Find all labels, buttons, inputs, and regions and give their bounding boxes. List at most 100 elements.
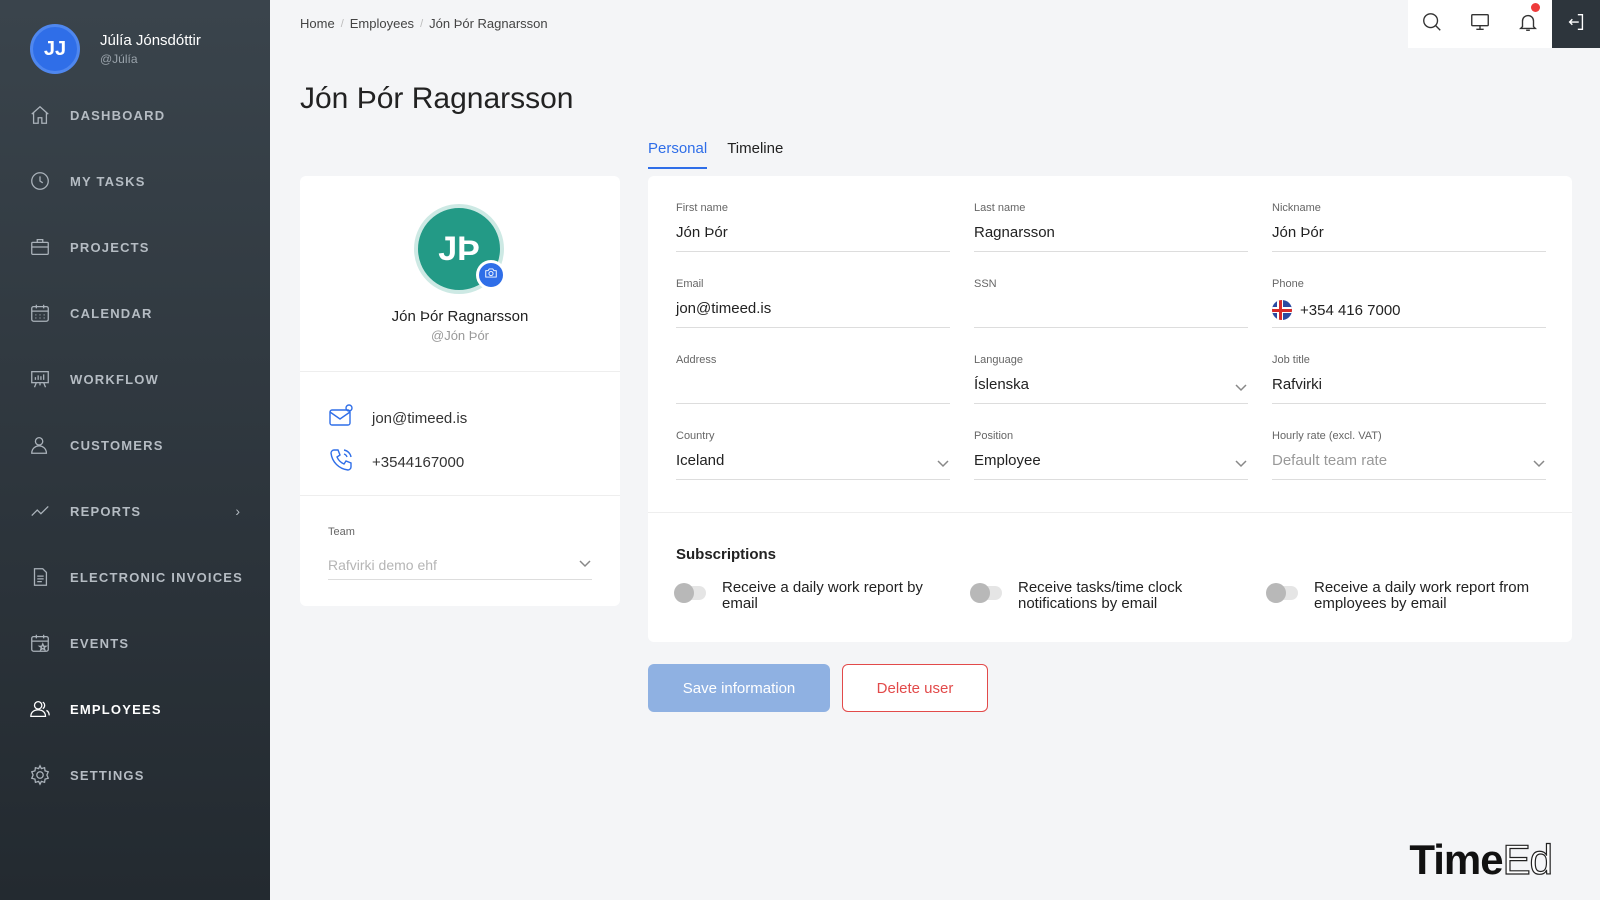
first-name-field[interactable]: First name Jón Þór bbox=[676, 202, 950, 252]
nav-item-reports[interactable]: REPORTS › bbox=[0, 478, 270, 544]
change-photo-button[interactable] bbox=[476, 260, 506, 290]
job-title-field[interactable]: Job title Rafvirki bbox=[1272, 354, 1546, 404]
search-button[interactable] bbox=[1408, 0, 1456, 48]
field-label: SSN bbox=[974, 278, 997, 290]
team-value: Rafvirki demo ehf bbox=[328, 556, 437, 573]
daily-report-toggle[interactable] bbox=[674, 583, 706, 603]
field-label: First name bbox=[676, 202, 728, 214]
profile-name: Jón Þór Ragnarsson bbox=[391, 308, 529, 325]
chevron-right-icon[interactable]: › bbox=[235, 503, 240, 519]
last-name-field[interactable]: Last name Ragnarsson bbox=[974, 202, 1248, 252]
breadcrumb-employees[interactable]: Employees bbox=[350, 16, 414, 31]
address-field[interactable]: Address bbox=[676, 354, 950, 404]
user-handle: @Júlía bbox=[100, 52, 138, 66]
phone-input-wrap[interactable]: +354 416 7000 bbox=[1272, 300, 1401, 320]
screen-button[interactable] bbox=[1456, 0, 1504, 48]
profile-handle: @Jón Þór bbox=[431, 328, 489, 343]
tab-timeline[interactable]: Timeline bbox=[727, 140, 783, 169]
nav-item-events[interactable]: EVENTS bbox=[0, 610, 270, 676]
field-label: Position bbox=[974, 430, 1014, 442]
position-select[interactable]: Position Employee bbox=[974, 430, 1248, 480]
sidebar: JJ Júlía Jónsdóttir @Júlía DASHBOARD MY … bbox=[0, 0, 270, 900]
contact-phone[interactable]: +3544167000 bbox=[372, 454, 464, 471]
subscriptions-list: Receive a daily work report by email Rec… bbox=[674, 579, 1546, 612]
subscription-item: Receive a daily work report from employe… bbox=[1266, 580, 1546, 612]
email-input[interactable]: jon@timeed.is bbox=[676, 300, 771, 317]
nickname-input[interactable]: Jón Þór bbox=[1272, 224, 1324, 241]
nav-item-workflow[interactable]: WORKFLOW bbox=[0, 346, 270, 412]
nav-item-my-tasks[interactable]: MY TASKS bbox=[0, 148, 270, 214]
mail-icon bbox=[328, 403, 354, 434]
breadcrumb-separator: / bbox=[420, 17, 424, 30]
breadcrumb-current: Jón Þór Ragnarsson bbox=[429, 16, 548, 31]
tab-personal[interactable]: Personal bbox=[648, 140, 708, 169]
subscription-label: Receive a daily work report by email bbox=[722, 579, 923, 612]
field-label: Country bbox=[676, 430, 715, 442]
camera-icon bbox=[484, 266, 498, 285]
nav-label: DASHBOARD bbox=[70, 107, 166, 123]
current-user[interactable]: JJ Júlía Jónsdóttir @Júlía bbox=[30, 24, 201, 74]
contact-email-row[interactable]: jon@timeed.is bbox=[328, 396, 592, 440]
user-info: Júlía Jónsdóttir @Júlía bbox=[100, 32, 201, 66]
field-label: Phone bbox=[1272, 278, 1304, 290]
field-label: Hourly rate (excl. VAT) bbox=[1272, 430, 1382, 442]
breadcrumb-home[interactable]: Home bbox=[300, 16, 335, 31]
phone-input[interactable]: +354 416 7000 bbox=[1300, 302, 1401, 319]
subscription-item: Receive tasks/time clock notifications b… bbox=[970, 579, 1268, 612]
chevron-down-icon bbox=[578, 556, 592, 573]
nav-label: REPORTS bbox=[70, 503, 142, 519]
nav-item-projects[interactable]: PROJECTS bbox=[0, 214, 270, 280]
nav-label: PROJECTS bbox=[70, 239, 150, 255]
team-select[interactable]: Rafvirki demo ehf bbox=[328, 550, 592, 580]
nav-item-customers[interactable]: CUSTOMERS bbox=[0, 412, 270, 478]
nav-item-dashboard[interactable]: DASHBOARD bbox=[0, 82, 270, 148]
field-label: Address bbox=[676, 354, 717, 366]
field-label: Language bbox=[974, 354, 1023, 366]
notifications-button[interactable] bbox=[1504, 0, 1552, 48]
nav-item-employees[interactable]: EMPLOYEES bbox=[0, 676, 270, 742]
document-icon bbox=[28, 565, 52, 589]
nav-item-settings[interactable]: SETTINGS bbox=[0, 742, 270, 808]
chart-line-icon bbox=[28, 499, 52, 523]
iceland-flag-icon[interactable] bbox=[1272, 300, 1292, 320]
field-label: Last name bbox=[974, 202, 1026, 214]
contact-phone-row[interactable]: +3544167000 bbox=[328, 440, 592, 484]
phone-field[interactable]: Phone +354 416 7000 bbox=[1272, 278, 1546, 328]
monitor-icon bbox=[1469, 11, 1491, 38]
save-button[interactable]: Save information bbox=[648, 664, 830, 712]
delete-user-button[interactable]: Delete user bbox=[842, 664, 988, 712]
hourly-rate-select[interactable]: Hourly rate (excl. VAT) Default team rat… bbox=[1272, 430, 1546, 480]
breadcrumb: Home / Employees / Jón Þór Ragnarsson bbox=[300, 16, 548, 31]
user-name: Júlía Jónsdóttir bbox=[100, 32, 201, 49]
ssn-field[interactable]: SSN bbox=[974, 278, 1248, 328]
people-icon bbox=[28, 697, 52, 721]
brand-light: Ed bbox=[1502, 835, 1554, 883]
nav-item-electronic-invoices[interactable]: ELECTRONIC INVOICES bbox=[0, 544, 270, 610]
subscription-label: Receive tasks/time clock notifications b… bbox=[1018, 579, 1183, 612]
user-avatar[interactable]: JJ bbox=[30, 24, 80, 74]
board-icon bbox=[28, 367, 52, 391]
language-select[interactable]: Language Íslenska bbox=[974, 354, 1248, 404]
contact-email[interactable]: jon@timeed.is bbox=[372, 410, 467, 427]
first-name-input[interactable]: Jón Þór bbox=[676, 224, 728, 241]
employee-reports-toggle[interactable] bbox=[1266, 583, 1298, 603]
task-notifications-toggle[interactable] bbox=[970, 583, 1002, 603]
country-select[interactable]: Country Iceland bbox=[676, 430, 950, 480]
nav-label: CALENDAR bbox=[70, 305, 153, 321]
last-name-input[interactable]: Ragnarsson bbox=[974, 224, 1055, 241]
phone-icon bbox=[328, 447, 354, 478]
nickname-field[interactable]: Nickname Jón Þór bbox=[1272, 202, 1546, 252]
notification-badge bbox=[1531, 3, 1540, 12]
briefcase-icon bbox=[28, 235, 52, 259]
home-icon bbox=[28, 103, 52, 127]
nav-label: SETTINGS bbox=[70, 767, 145, 783]
clock-icon bbox=[28, 169, 52, 193]
nav-item-calendar[interactable]: CALENDAR bbox=[0, 280, 270, 346]
nav-label: CUSTOMERS bbox=[70, 437, 164, 453]
section-divider bbox=[648, 512, 1572, 513]
logout-button[interactable] bbox=[1552, 0, 1600, 48]
profile-header: JÞ Jón Þór Ragnarsson @Jón Þór bbox=[300, 176, 620, 372]
job-title-input[interactable]: Rafvirki bbox=[1272, 376, 1322, 393]
field-label: Nickname bbox=[1272, 202, 1321, 214]
email-field[interactable]: Email jon@timeed.is bbox=[676, 278, 950, 328]
